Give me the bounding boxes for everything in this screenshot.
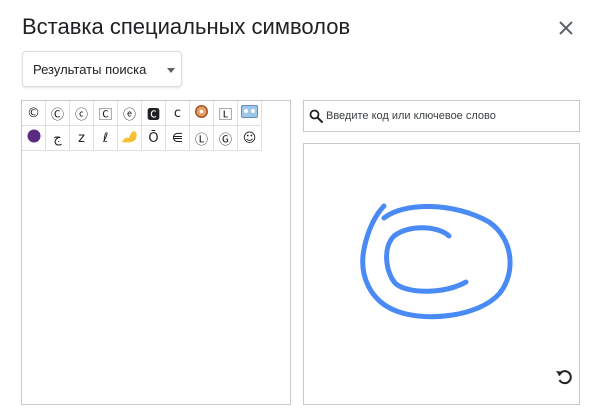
symbol-glyph: 🅲 bbox=[146, 107, 160, 123]
symbol-glyph: ☺ bbox=[242, 130, 257, 146]
symbol-glyph: ⓒ bbox=[74, 107, 88, 123]
symbol-grid: © Ⓒⓒ 🄲ⓔ 🅲ᴄ 🄻 ج ᴢ ℓ Ō ⋹ Ⓛ Ⓖ ☺ bbox=[22, 101, 262, 151]
symbol-cell[interactable]: ج bbox=[46, 126, 70, 151]
symbol-glyph: Ō bbox=[148, 130, 159, 146]
search-input[interactable] bbox=[326, 104, 576, 128]
symbol-cell[interactable] bbox=[118, 126, 142, 151]
close-icon bbox=[559, 21, 573, 35]
symbol-cell[interactable]: 🄲 bbox=[94, 101, 118, 126]
symbol-glyph bbox=[241, 104, 258, 122]
symbol-cell[interactable]: ᴄ bbox=[166, 101, 190, 126]
refresh-icon bbox=[556, 370, 572, 385]
chevron-down-icon bbox=[167, 68, 175, 73]
symbol-glyph: 🄲 bbox=[98, 107, 112, 123]
symbol-cell[interactable]: ⋹ bbox=[166, 126, 190, 151]
close-button[interactable] bbox=[552, 14, 580, 42]
symbol-cell[interactable]: 🅲 bbox=[142, 101, 166, 126]
symbol-cell[interactable]: ⓔ bbox=[118, 101, 142, 126]
symbol-cell[interactable]: Ⓒ bbox=[46, 101, 70, 126]
symbol-cell[interactable]: 🄻 bbox=[214, 101, 238, 126]
drawing-canvas[interactable] bbox=[303, 143, 580, 405]
symbol-cell[interactable]: ☺ bbox=[238, 126, 262, 151]
symbol-cell[interactable]: Ⓛ bbox=[190, 126, 214, 151]
symbol-glyph bbox=[121, 129, 138, 148]
symbol-glyph: Ⓖ bbox=[218, 132, 232, 148]
symbol-cell[interactable] bbox=[190, 101, 214, 126]
symbol-cell[interactable]: Ⓖ bbox=[214, 126, 238, 151]
symbol-cell[interactable] bbox=[22, 126, 46, 151]
symbol-cell[interactable]: ℓ bbox=[94, 126, 118, 151]
insert-special-characters-dialog: Вставка специальных символов Результаты … bbox=[0, 0, 603, 419]
symbol-glyph: ᴢ bbox=[78, 130, 85, 146]
handwritten-stroke bbox=[360, 203, 513, 320]
symbol-cell[interactable]: Ō bbox=[142, 126, 166, 151]
symbol-glyph: ᴄ bbox=[173, 105, 182, 121]
symbol-cell[interactable] bbox=[238, 101, 262, 126]
symbol-glyph bbox=[27, 129, 41, 147]
symbol-glyph: Ⓛ bbox=[194, 132, 208, 148]
search-icon bbox=[309, 109, 323, 123]
symbol-cell[interactable]: ⓒ bbox=[70, 101, 94, 126]
symbol-glyph: ⋹ bbox=[171, 130, 184, 146]
category-dropdown-label: Результаты поиска bbox=[33, 62, 147, 77]
symbol-cell[interactable]: ᴢ bbox=[70, 126, 94, 151]
reset-drawing-button[interactable] bbox=[553, 366, 575, 388]
symbol-search-box[interactable] bbox=[303, 100, 580, 132]
symbol-glyph: ℓ bbox=[102, 130, 109, 146]
symbol-results-panel: © Ⓒⓒ 🄲ⓔ 🅲ᴄ 🄻 ج ᴢ ℓ Ō ⋹ Ⓛ Ⓖ ☺ bbox=[21, 100, 291, 405]
symbol-glyph: Ⓒ bbox=[50, 107, 64, 123]
symbol-glyph: ج bbox=[53, 130, 62, 146]
category-dropdown[interactable]: Результаты поиска bbox=[22, 51, 182, 87]
symbol-glyph bbox=[194, 104, 209, 123]
symbol-glyph: ⓔ bbox=[122, 107, 136, 123]
dialog-title: Вставка специальных символов bbox=[22, 14, 351, 39]
symbol-glyph: © bbox=[27, 105, 40, 121]
symbol-cell[interactable]: © bbox=[22, 101, 46, 126]
symbol-glyph: 🄻 bbox=[218, 107, 232, 123]
